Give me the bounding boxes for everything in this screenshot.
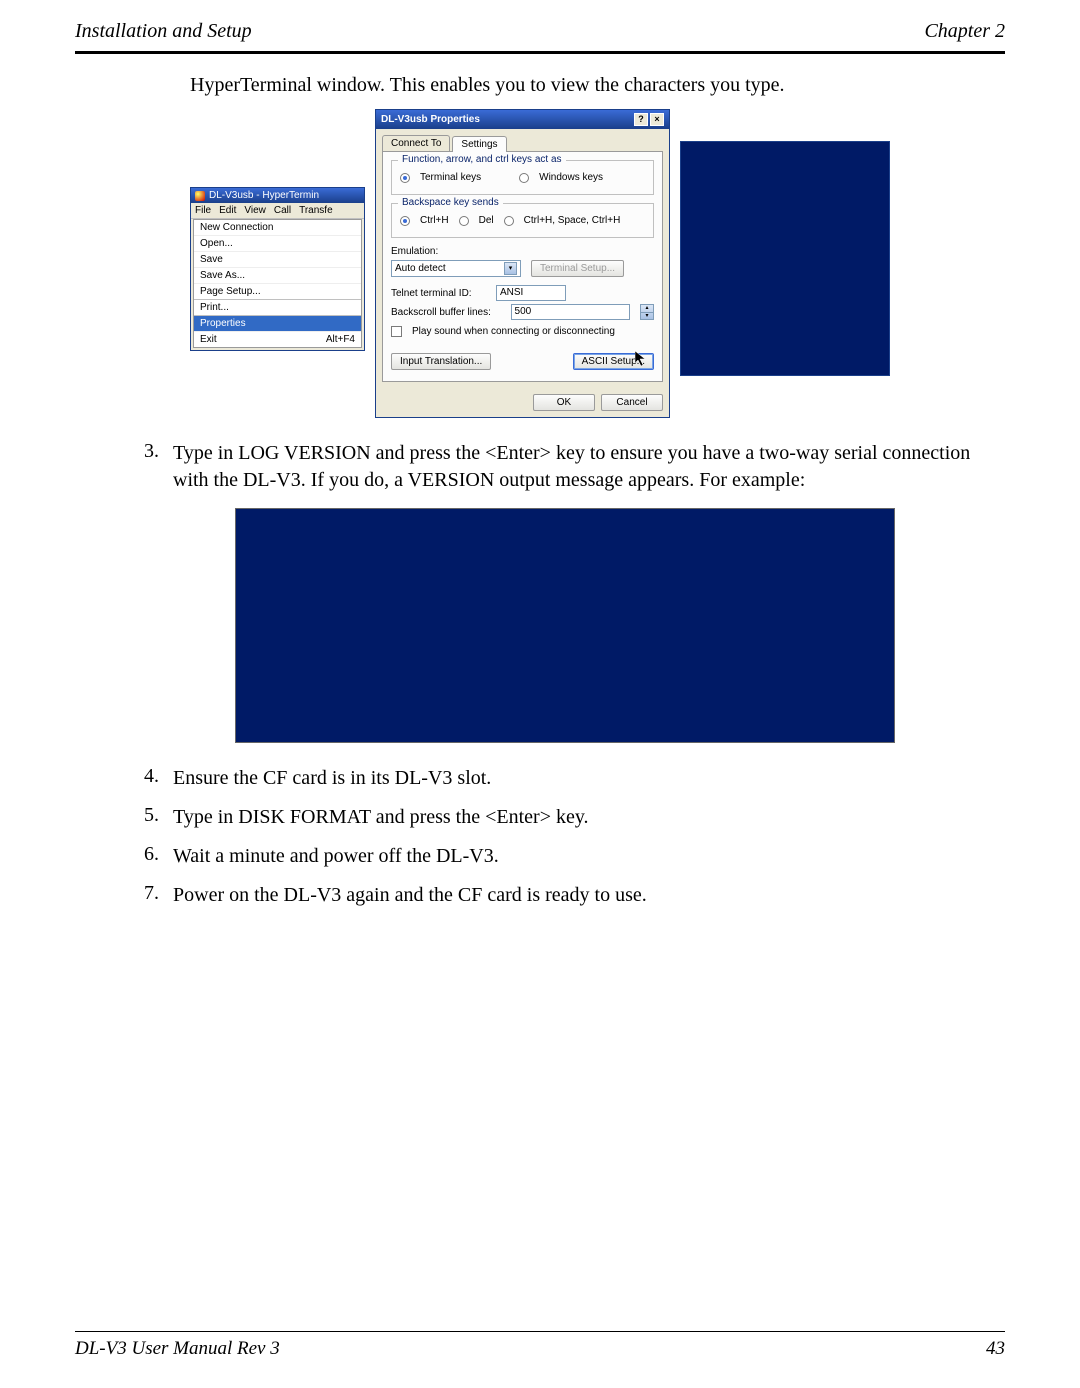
menu-edit[interactable]: Edit [219, 205, 236, 216]
label-terminal-keys: Terminal keys [420, 172, 481, 183]
backscroll-spinner[interactable]: ▴▾ [640, 304, 654, 320]
step-6-number: 6. [135, 843, 173, 870]
step-7-text: Power on the DL-V3 again and the CF card… [173, 882, 1005, 909]
step-5-number: 5. [135, 804, 173, 831]
intro-text: HyperTerminal window. This enables you t… [190, 74, 1005, 97]
step-3-number: 3. [135, 440, 173, 494]
menu-exit-label: Exit [200, 334, 217, 345]
play-sound-label: Play sound when connecting or disconnect… [412, 326, 615, 337]
tab-settings[interactable]: Settings [452, 136, 506, 152]
input-translation-button[interactable]: Input Translation... [391, 353, 491, 370]
menu-call[interactable]: Call [274, 205, 291, 216]
ok-button[interactable]: OK [533, 394, 595, 411]
header-right: Chapter 2 [924, 20, 1005, 43]
menu-new-connection[interactable]: New Connection [194, 220, 361, 236]
page-footer: DL-V3 User Manual Rev 3 43 [75, 1331, 1005, 1360]
close-button[interactable]: × [650, 113, 664, 126]
tab-body: Function, arrow, and ctrl keys act as Te… [382, 151, 663, 382]
properties-titlebar: DL-V3usb Properties ? × [376, 110, 669, 129]
group-backspace: Backspace key sends Ctrl+H Del Ctrl+H, S… [391, 203, 654, 238]
step-6: 6. Wait a minute and power off the DL-V3… [135, 843, 1005, 870]
menu-properties[interactable]: Properties [194, 316, 361, 332]
steps-list-cont: 4. Ensure the CF card is in its DL-V3 sl… [135, 765, 1005, 909]
radio-ctrlh-space[interactable] [504, 216, 514, 226]
tab-connect-to[interactable]: Connect To [382, 135, 450, 151]
emulation-value: Auto detect [395, 263, 446, 274]
terminal-preview [680, 141, 890, 376]
page-header: Installation and Setup Chapter 2 [75, 20, 1005, 51]
radio-terminal-keys[interactable] [400, 173, 410, 183]
label-ctrlh: Ctrl+H [420, 215, 449, 226]
label-del: Del [479, 215, 494, 226]
step-4: 4. Ensure the CF card is in its DL-V3 sl… [135, 765, 1005, 792]
group-function-keys-legend: Function, arrow, and ctrl keys act as [398, 154, 566, 165]
menu-print[interactable]: Print... [194, 300, 361, 316]
dialog-footer-buttons: OK Cancel [376, 388, 669, 417]
app-icon [195, 191, 205, 201]
menu-view[interactable]: View [244, 205, 266, 216]
group-function-keys: Function, arrow, and ctrl keys act as Te… [391, 160, 654, 195]
header-left: Installation and Setup [75, 20, 252, 43]
backscroll-label: Backscroll buffer lines: [391, 307, 501, 318]
emulation-select[interactable]: Auto detect ▾ [391, 260, 521, 277]
chevron-down-icon: ▾ [504, 262, 517, 275]
group-backspace-legend: Backspace key sends [398, 197, 503, 208]
menubar: File Edit View Call Transfe [191, 203, 364, 219]
step-5: 5. Type in DISK FORMAT and press the <En… [135, 804, 1005, 831]
tabbar: Connect To Settings [376, 129, 669, 151]
play-sound-checkbox[interactable] [391, 326, 402, 337]
menu-page-setup[interactable]: Page Setup... [194, 284, 361, 300]
cancel-button[interactable]: Cancel [601, 394, 663, 411]
emulation-label: Emulation: [391, 246, 654, 257]
backscroll-input[interactable]: 500 [511, 304, 631, 320]
step-4-text: Ensure the CF card is in its DL-V3 slot. [173, 765, 1005, 792]
footer-right: 43 [986, 1338, 1005, 1360]
menu-file[interactable]: File [195, 205, 211, 216]
menu-save-as[interactable]: Save As... [194, 268, 361, 284]
step-5-text: Type in DISK FORMAT and press the <Enter… [173, 804, 1005, 831]
telnet-id-label: Telnet terminal ID: [391, 288, 486, 299]
step-3: 3. Type in LOG VERSION and press the <En… [135, 440, 1005, 494]
telnet-id-input[interactable]: ANSI [496, 285, 566, 301]
header-rule [75, 51, 1005, 54]
menu-save[interactable]: Save [194, 252, 361, 268]
footer-left: DL-V3 User Manual Rev 3 [75, 1338, 280, 1360]
radio-windows-keys[interactable] [519, 173, 529, 183]
step-7: 7. Power on the DL-V3 again and the CF c… [135, 882, 1005, 909]
help-button[interactable]: ? [634, 113, 648, 126]
menu-exit[interactable]: Exit Alt+F4 [194, 332, 361, 347]
cursor-icon [635, 351, 647, 367]
step-3-text: Type in LOG VERSION and press the <Enter… [173, 440, 1005, 494]
label-ctrlh-space: Ctrl+H, Space, Ctrl+H [524, 215, 621, 226]
version-output-terminal [235, 508, 895, 743]
properties-title: DL-V3usb Properties [381, 114, 480, 125]
radio-del[interactable] [459, 216, 469, 226]
file-menu-dropdown: New Connection Open... Save Save As... P… [193, 219, 362, 348]
menu-exit-shortcut: Alt+F4 [326, 334, 355, 345]
step-7-number: 7. [135, 882, 173, 909]
steps-list: 3. Type in LOG VERSION and press the <En… [135, 440, 1005, 494]
step-4-number: 4. [135, 765, 173, 792]
hyperterminal-title: DL-V3usb - HyperTermin [209, 190, 319, 201]
screenshots-row: DL-V3usb - HyperTermin File Edit View Ca… [75, 109, 1005, 418]
terminal-setup-button[interactable]: Terminal Setup... [531, 260, 624, 277]
properties-dialog: DL-V3usb Properties ? × Connect To Setti… [375, 109, 670, 418]
menu-transfer[interactable]: Transfe [299, 205, 333, 216]
hyperterminal-window: DL-V3usb - HyperTermin File Edit View Ca… [190, 187, 365, 351]
radio-ctrlh[interactable] [400, 216, 410, 226]
step-6-text: Wait a minute and power off the DL-V3. [173, 843, 1005, 870]
label-windows-keys: Windows keys [539, 172, 603, 183]
menu-open[interactable]: Open... [194, 236, 361, 252]
hyperterminal-titlebar: DL-V3usb - HyperTermin [191, 188, 364, 203]
